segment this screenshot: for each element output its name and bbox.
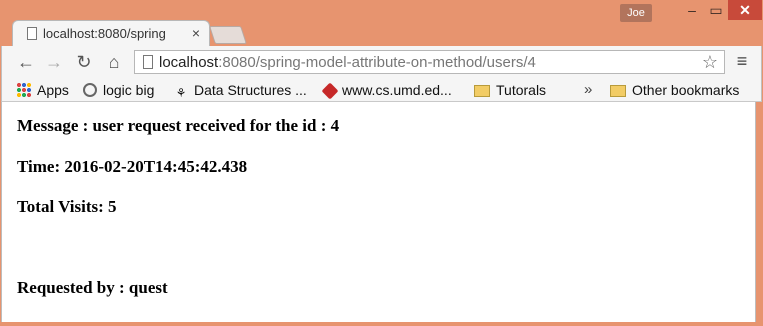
folder-icon <box>610 85 626 97</box>
url-path: :8080/spring-model-attribute-on-method/u… <box>218 54 536 71</box>
bookmark-label: logic big <box>103 82 155 98</box>
bookmark-label: www.cs.umd.ed... <box>342 82 452 98</box>
minimize-button[interactable]: ‒ <box>680 0 704 20</box>
bookmark-apps[interactable]: Apps <box>17 80 69 100</box>
browser-window: Joe ‒ ▭ ✕ localhost:8080/spring × ← → ↻ … <box>0 0 763 326</box>
chevron-more-icon[interactable]: » <box>584 80 592 100</box>
bookmark-label: Apps <box>37 82 69 98</box>
data-structures-icon: ⚘ <box>175 86 187 100</box>
page-content: Message : user request received for the … <box>1 102 756 322</box>
close-icon[interactable]: × <box>187 24 205 42</box>
close-window-button[interactable]: ✕ <box>728 0 762 20</box>
page-icon <box>143 55 153 69</box>
logic-big-icon <box>83 83 97 97</box>
apps-icon <box>17 83 31 97</box>
home-icon[interactable]: ⌂ <box>102 51 126 73</box>
tab-title: localhost:8080/spring <box>43 26 166 41</box>
menu-icon[interactable]: ≡ <box>732 52 752 72</box>
cube-icon <box>321 82 339 100</box>
forward-icon[interactable]: → <box>42 51 66 73</box>
bookmark-label: Other bookmarks <box>632 82 740 98</box>
message-text: Message : user request received for the … <box>17 116 340 135</box>
tab[interactable]: localhost:8080/spring × <box>12 20 210 47</box>
url-host: localhost <box>159 54 219 71</box>
reload-icon[interactable]: ↻ <box>72 51 96 73</box>
bookmark-label: Tutorals <box>496 82 547 98</box>
back-icon[interactable]: ← <box>14 51 38 73</box>
bookmark-cs-umd[interactable]: www.cs.umd.ed... <box>321 80 452 100</box>
maximize-button[interactable]: ▭ <box>704 0 728 20</box>
bookmark-data-structures[interactable]: ⚘ Data Structures ... <box>174 80 307 100</box>
user-badge[interactable]: Joe <box>620 4 652 22</box>
bookmark-label: Data Structures ... <box>194 82 307 98</box>
address-bar[interactable]: localhost:8080/spring-model-attribute-on… <box>134 50 725 74</box>
bookmark-other[interactable]: Other bookmarks <box>610 80 739 100</box>
new-tab-button[interactable] <box>209 26 247 44</box>
time-text: Time: 2016-02-20T14:45:42.438 <box>17 157 248 176</box>
bookmark-star-icon[interactable]: ☆ <box>702 52 718 72</box>
folder-icon <box>474 85 490 97</box>
page-icon <box>27 27 37 40</box>
bookmark-tutorals[interactable]: Tutorals <box>474 80 546 100</box>
navigation-toolbar: ← → ↻ ⌂ localhost:8080/spring-model-attr… <box>1 46 762 78</box>
total-visits-text: Total Visits: 5 <box>17 197 117 216</box>
requested-by-text: Requested by : quest <box>17 278 168 297</box>
url-text[interactable]: localhost:8080/spring-model-attribute-on… <box>159 53 536 73</box>
bookmarks-bar: Apps logic big ⚘ Data Structures ... www.… <box>1 78 762 102</box>
bookmark-logic-big[interactable]: logic big <box>83 80 154 100</box>
